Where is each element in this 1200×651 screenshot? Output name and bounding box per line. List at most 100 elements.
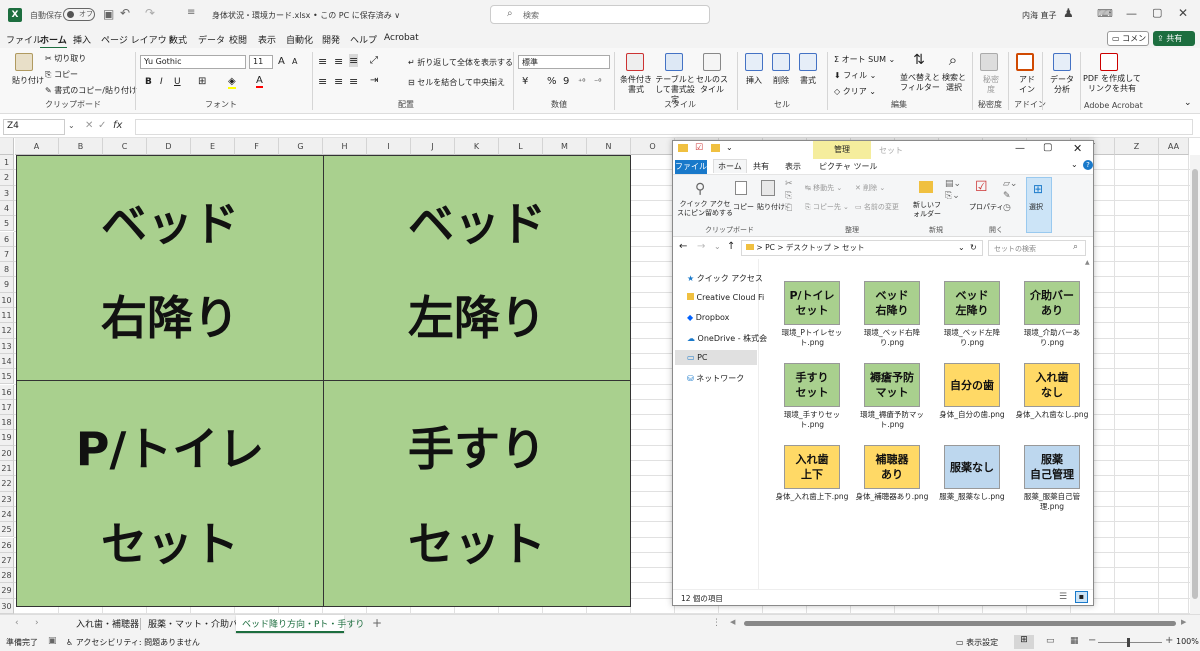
decrease-decimal-icon[interactable]: ⁻⁰ [594, 77, 601, 86]
menu-insert[interactable]: 挿入 [73, 33, 91, 46]
explorer-paste-icon[interactable] [761, 180, 775, 196]
new-item-icon[interactable]: ▤⌄ [945, 179, 961, 189]
find-select-button[interactable]: 検索と選択 [939, 73, 969, 93]
row-header[interactable]: 9 [0, 277, 14, 293]
row-header[interactable]: 24 [0, 506, 14, 523]
nav-quick-access[interactable]: ★ クイック アクセス [687, 273, 763, 284]
bold-button[interactable]: B [145, 77, 152, 87]
file-thumbnail[interactable]: 自分の歯 [944, 363, 1000, 407]
row-header[interactable]: 14 [0, 353, 14, 370]
file-thumbnail[interactable]: 補聴器 あり [864, 445, 920, 489]
history-icon[interactable]: ◷ [1003, 203, 1011, 213]
row-header[interactable]: 26 [0, 537, 14, 553]
row-header[interactable]: 29 [0, 583, 14, 599]
nav-network[interactable]: ⛁ ネットワーク [687, 373, 744, 384]
file-thumbnail[interactable]: 服薬 自己管理 [1024, 445, 1080, 489]
file-explorer-window[interactable]: ☑ ⌄ 管理 セット — ▢ ✕ ファイル ホーム 共有 表示 ピクチャ ツール… [672, 140, 1094, 606]
increase-decimal-icon[interactable]: ⁺⁰ [578, 77, 585, 86]
align-top-icon[interactable]: ≡ [318, 55, 327, 68]
scroll-left-icon[interactable]: ◀ [730, 618, 735, 626]
sheet-tab-dentures[interactable]: 入れ歯・補聴器 [76, 617, 139, 630]
explorer-maximize-icon[interactable]: ▢ [1043, 142, 1052, 153]
file-list[interactable]: P/トイレ セット 環境_Pトイレセット.png ベッド 右降り 環境_ベッド右降り.pn… [760, 259, 1093, 589]
insert-function-button[interactable]: fx [113, 120, 122, 131]
page-break-view-icon[interactable]: ▦ [1070, 636, 1079, 646]
sheet-tab-medication[interactable]: 服薬・マット・介助バー [148, 617, 247, 630]
paste-button[interactable]: 貼り付け [12, 75, 44, 86]
explorer-tab-share[interactable]: 共有 [753, 161, 769, 172]
menu-page-layout[interactable]: ページ レイアウト [101, 33, 176, 46]
new-folder-icon[interactable] [919, 181, 933, 193]
minimize-icon[interactable]: — [1126, 7, 1137, 20]
easy-access-icon[interactable]: ⎘⌄ [945, 191, 960, 201]
edit-icon[interactable]: ✎ [1003, 191, 1011, 201]
quick-access-dropdown-icon[interactable]: ⌄ [726, 143, 733, 152]
row-header[interactable]: 1 [0, 155, 14, 171]
row-header[interactable]: 20 [0, 445, 14, 461]
explorer-copy-path-icon[interactable]: ⎘ [785, 191, 792, 201]
enter-icon[interactable]: ✓ [98, 120, 106, 131]
explorer-search-box[interactable]: セットの検索 ⌕ [988, 240, 1086, 256]
redo-icon[interactable]: ↷ [145, 6, 155, 20]
conditional-format-icon[interactable] [626, 53, 644, 71]
fill-button[interactable]: ⬇ フィル ⌄ [834, 70, 876, 81]
column-header[interactable]: D [147, 138, 191, 155]
file-name[interactable]: 環境_ベッド右降り.png [852, 328, 932, 348]
number-format-select[interactable]: 標準 [518, 55, 610, 69]
row-header[interactable]: 5 [0, 216, 14, 232]
column-header[interactable]: E [191, 138, 235, 155]
display-settings-button[interactable]: ▭ 表示設定 [956, 637, 998, 648]
document-title[interactable]: 身体状況・環境カード.xlsx • この PC に保存済み ∨ [212, 10, 400, 21]
row-header[interactable]: 22 [0, 476, 14, 492]
file-name[interactable]: 身体_補聴器あり.png [852, 492, 932, 502]
quick-access-more-icon[interactable]: ≡ [187, 7, 195, 18]
format-painter-button[interactable]: ✎ 書式のコピー/貼り付け [45, 85, 137, 96]
details-view-icon[interactable]: ☰ [1059, 592, 1067, 602]
align-center-icon[interactable]: ≡ [334, 75, 343, 88]
column-header[interactable]: AA [1159, 138, 1189, 155]
merge-center-button[interactable]: ⊟ セルを結合して中央揃え [408, 77, 505, 88]
column-header[interactable]: C [103, 138, 147, 155]
border-icon[interactable]: ⊞ [198, 76, 206, 87]
row-header[interactable]: 17 [0, 399, 14, 416]
cut-button[interactable]: ✂ 切り取り [45, 53, 86, 64]
file-name[interactable]: 身体_自分の歯.png [932, 410, 1012, 420]
font-size-select[interactable]: 11 [249, 55, 273, 69]
column-header[interactable]: G [279, 138, 323, 155]
zoom-out-icon[interactable]: − [1088, 635, 1096, 646]
scroll-right-icon[interactable]: ▶ [1181, 618, 1186, 626]
row-header[interactable]: 12 [0, 323, 14, 339]
cancel-icon[interactable]: ✕ [85, 120, 93, 131]
explorer-copy-icon[interactable] [735, 181, 747, 195]
column-header[interactable]: K [455, 138, 499, 155]
up-icon[interactable]: ↑ [727, 241, 735, 252]
orientation-icon[interactable]: ⤢ [370, 55, 378, 66]
row-header[interactable]: 10 [0, 292, 14, 308]
name-box[interactable]: Z4 [3, 119, 65, 135]
open-icon[interactable]: ▱⌄ [1003, 179, 1017, 189]
add-sheet-icon[interactable]: + [372, 616, 382, 630]
autosum-button[interactable]: Σ オート SUM ⌄ [834, 54, 895, 65]
row-header[interactable]: 8 [0, 262, 14, 278]
percent-button[interactable]: % [547, 76, 557, 87]
row-header[interactable]: 23 [0, 491, 14, 507]
column-header[interactable]: F [235, 138, 279, 155]
row-header[interactable]: 25 [0, 522, 14, 538]
row-header[interactable]: 28 [0, 568, 14, 584]
menu-automate[interactable]: 自動化 [286, 33, 313, 46]
conditional-format-button[interactable]: 条件付き書式 [619, 75, 653, 95]
accessibility-status[interactable]: ♿ アクセシビリティ: 問題ありません [66, 637, 200, 648]
tab-options-icon[interactable]: ⋮ [712, 618, 721, 628]
pin-icon[interactable]: ⚲ [695, 181, 705, 197]
file-name[interactable]: 環境_褥瘡予防マット.png [852, 410, 932, 430]
tab-next-icon[interactable]: › [35, 618, 39, 628]
macro-record-icon[interactable]: ▣ [48, 636, 57, 646]
sheet-tab-active[interactable]: ベッド降り方向・Pト・手すり [236, 615, 364, 633]
properties-large-icon[interactable]: ☑ [975, 179, 988, 195]
row-header[interactable]: 18 [0, 415, 14, 431]
restore-icon[interactable]: ▢ [1152, 6, 1162, 19]
select-button[interactable]: ⊞ 選択 [1026, 177, 1052, 233]
search-box[interactable]: ⌕ 検索 [490, 5, 710, 24]
row-header[interactable]: 3 [0, 185, 14, 201]
explorer-tab-file[interactable]: ファイル [675, 160, 707, 174]
